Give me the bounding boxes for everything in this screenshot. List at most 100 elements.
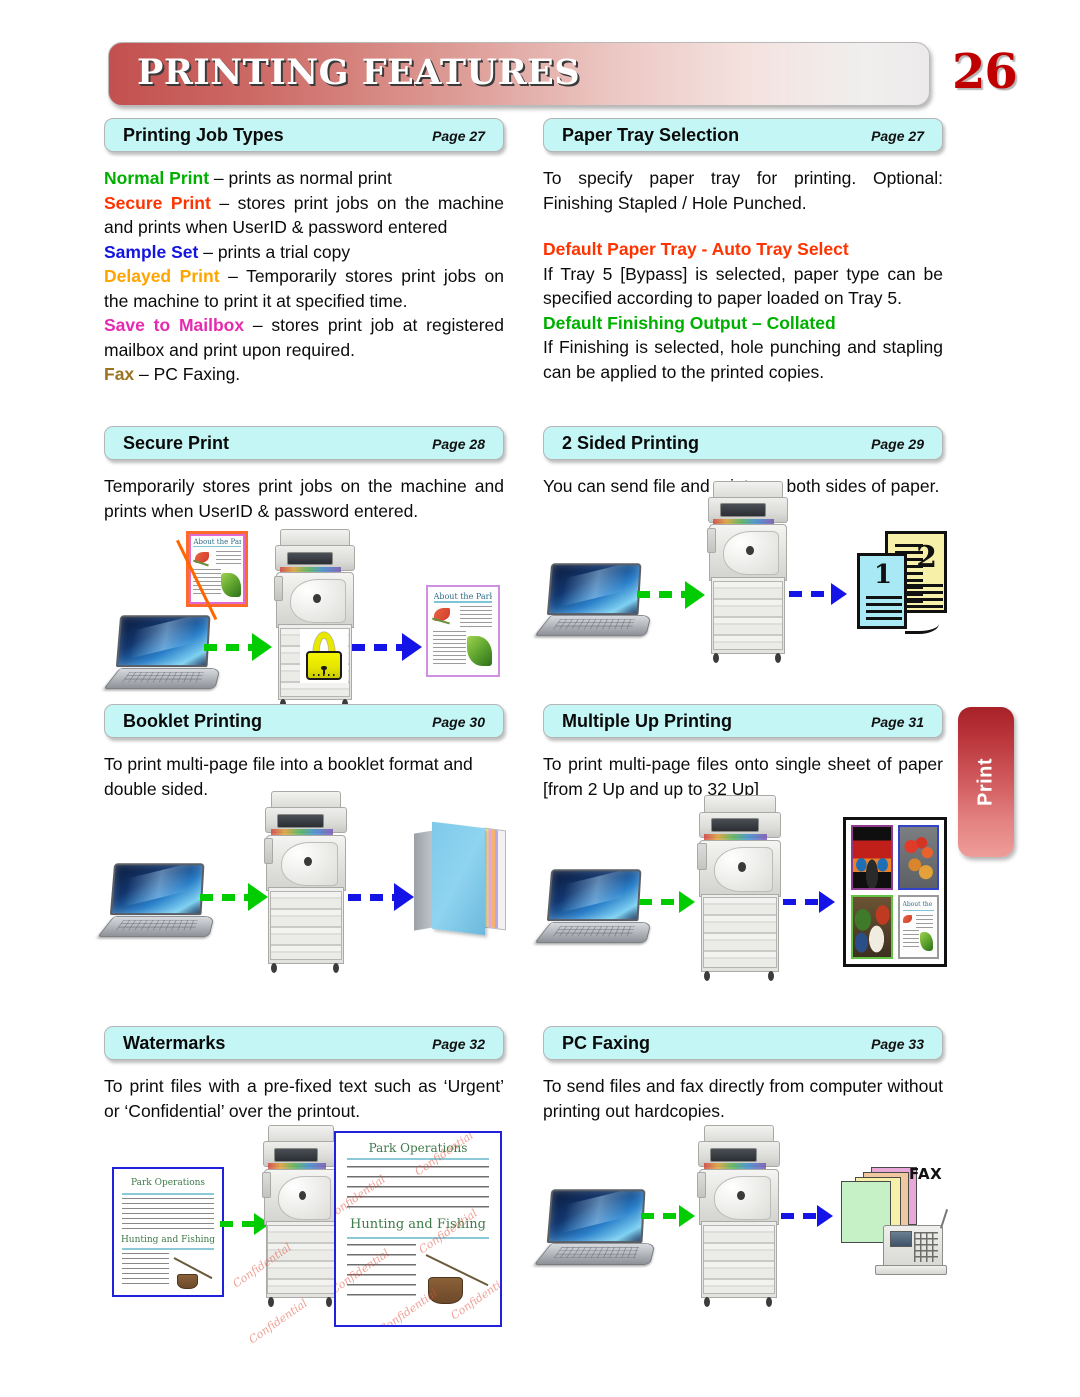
paper-tray-sub-heading-1: Default Paper Tray - Auto Tray Select — [543, 239, 849, 259]
section-header-pc-faxing[interactable]: PC Faxing Page 33 — [543, 1026, 943, 1060]
arrow-dashes — [641, 1213, 681, 1219]
laptop-icon — [103, 615, 221, 693]
printer-caster — [766, 1297, 773, 1307]
doc-text-lines — [347, 1244, 417, 1302]
section-secure-print: Secure Print Page 28 Temporarily stores … — [103, 426, 504, 714]
watermarks-illustration: Park Operations Hunting and Fishing Park… — [104, 1125, 504, 1346]
printer-caster — [268, 1297, 274, 1307]
laptop-screen — [547, 1189, 646, 1243]
section-header-secure-print[interactable]: Secure Print Page 28 — [104, 426, 504, 460]
printer-output-tray — [261, 1172, 271, 1198]
printer-paper-drawers — [712, 580, 784, 650]
output-document-thumbnail: About the Park — [426, 585, 500, 677]
printer-paper-drawers — [269, 891, 343, 961]
section-page-ref: Page 33 — [871, 1036, 924, 1052]
printer-logo — [738, 861, 747, 872]
arrow-dashes — [204, 643, 254, 651]
arrow-dashes — [783, 899, 821, 905]
watermarks-body: To print files with a pre-fixed text suc… — [104, 1076, 504, 1121]
laptop-icon — [534, 562, 652, 641]
printer-output-tray — [696, 1172, 707, 1198]
duplex-flip-arrow — [905, 617, 939, 634]
printer-control-panel — [720, 503, 766, 518]
section-header-paper-tray-selection[interactable]: Paper Tray Selection Page 27 — [543, 118, 943, 152]
fax-output-stack: FAX — [831, 1165, 949, 1297]
arrow-head — [685, 580, 705, 609]
side-tab-print[interactable]: Print — [958, 707, 1014, 857]
section-page-ref: Page 27 — [871, 128, 924, 144]
section-page-ref: Page 28 — [432, 436, 485, 452]
section-header-printing-job-types[interactable]: Printing Job Types Page 27 — [104, 118, 504, 152]
document-title: About the Park — [902, 901, 935, 909]
keyword-normal-print: Normal Print — [104, 168, 210, 188]
document-text-lines — [432, 631, 467, 667]
printer-icon — [705, 480, 789, 663]
section-header-watermarks[interactable]: Watermarks Page 32 — [104, 1026, 504, 1060]
duplex-pages-icon: 2 1 — [855, 530, 949, 637]
doc-heading-park-operations: Park Operations — [368, 1140, 468, 1155]
blue-arrow-icon — [783, 891, 841, 913]
section-title: PC Faxing — [562, 1033, 651, 1053]
two-sided-illustration: 2 1 — [534, 480, 947, 666]
paper-tray-intro: To specify paper tray for printing. Opti… — [543, 168, 943, 213]
paper-tray-sub-heading-2: Default Finishing Output – Collated — [543, 312, 836, 333]
section-paper-tray-selection: Paper Tray Selection Page 27 To specify … — [543, 118, 943, 384]
green-arrow-icon — [204, 633, 276, 661]
doc-rule — [121, 1192, 215, 1195]
green-arrow-icon — [641, 1205, 701, 1227]
doc-text-lines — [347, 1165, 489, 1208]
laptop-screen — [547, 869, 643, 922]
laptop-base — [97, 916, 215, 938]
pc-faxing-body: To send files and fax directly from comp… — [543, 1076, 943, 1121]
printer-paper-drawers — [702, 897, 778, 969]
fax-keypad — [914, 1232, 938, 1262]
arrow-head — [402, 633, 422, 661]
section-multiple-up-printing: Multiple Up Printing Page 31 To print mu… — [534, 704, 947, 1007]
multi-up-output-page: About the Park — [843, 817, 947, 967]
laptop-keyboard — [553, 1247, 639, 1259]
basket-graphic — [176, 1273, 199, 1290]
doc-rule — [347, 1157, 489, 1160]
flower-graphic — [902, 914, 912, 924]
printer-icon — [260, 1125, 340, 1307]
laptop-base — [534, 922, 652, 944]
arrow-dashes — [781, 1213, 819, 1219]
blue-arrow-icon — [789, 582, 853, 605]
paper-tray-sub-text-2: If Finishing is selected, hole punching … — [543, 337, 943, 382]
doc-rule — [121, 1248, 215, 1251]
printer-output-tray — [273, 575, 284, 602]
document-text-lines — [215, 550, 241, 567]
printer-logo — [313, 593, 321, 604]
laptop-keyboard — [116, 919, 199, 931]
duplex-text-lines — [866, 595, 902, 624]
section-header-booklet-printing[interactable]: Booklet Printing Page 30 — [104, 704, 504, 738]
section-title: Watermarks — [123, 1033, 226, 1053]
doc-heading-park-operations: Park Operations — [130, 1177, 206, 1188]
section-page-ref: Page 32 — [432, 1036, 485, 1052]
printer-output-tray — [696, 843, 707, 870]
section-page-ref: Page 29 — [871, 436, 924, 452]
arrow-dashes — [639, 899, 681, 905]
booklet-colored-pages — [483, 827, 506, 930]
printer-output-tray — [706, 527, 717, 554]
secure-print-illustration: About the Park — [103, 529, 504, 714]
section-header-2-sided-printing[interactable]: 2 Sided Printing Page 29 — [543, 426, 943, 460]
laptop-screen — [547, 562, 643, 615]
document-rule — [433, 601, 493, 603]
arrow-dashes — [220, 1221, 256, 1227]
printer-logo — [737, 1190, 745, 1200]
blue-arrow-icon — [348, 883, 418, 911]
laptop-keyboard — [122, 671, 205, 683]
photo-cell-document: About the Park — [897, 894, 939, 959]
section-booklet-printing: Booklet Printing Page 30 To print multi-… — [97, 704, 506, 1007]
page-title: PRINTING FEATURES — [137, 52, 581, 93]
laptop-screen — [116, 615, 212, 668]
keyword-delayed-print: Delayed Print — [104, 266, 220, 286]
fax-antenna — [940, 1208, 949, 1229]
printer-paper-drawers — [267, 1225, 335, 1295]
booklet-icon — [414, 822, 506, 939]
printer-caster — [270, 963, 277, 973]
section-2-sided-printing: 2 Sided Printing Page 29 You can send fi… — [534, 426, 947, 666]
leaf-graphic — [467, 636, 493, 667]
section-header-multiple-up-printing[interactable]: Multiple Up Printing Page 31 — [543, 704, 943, 738]
